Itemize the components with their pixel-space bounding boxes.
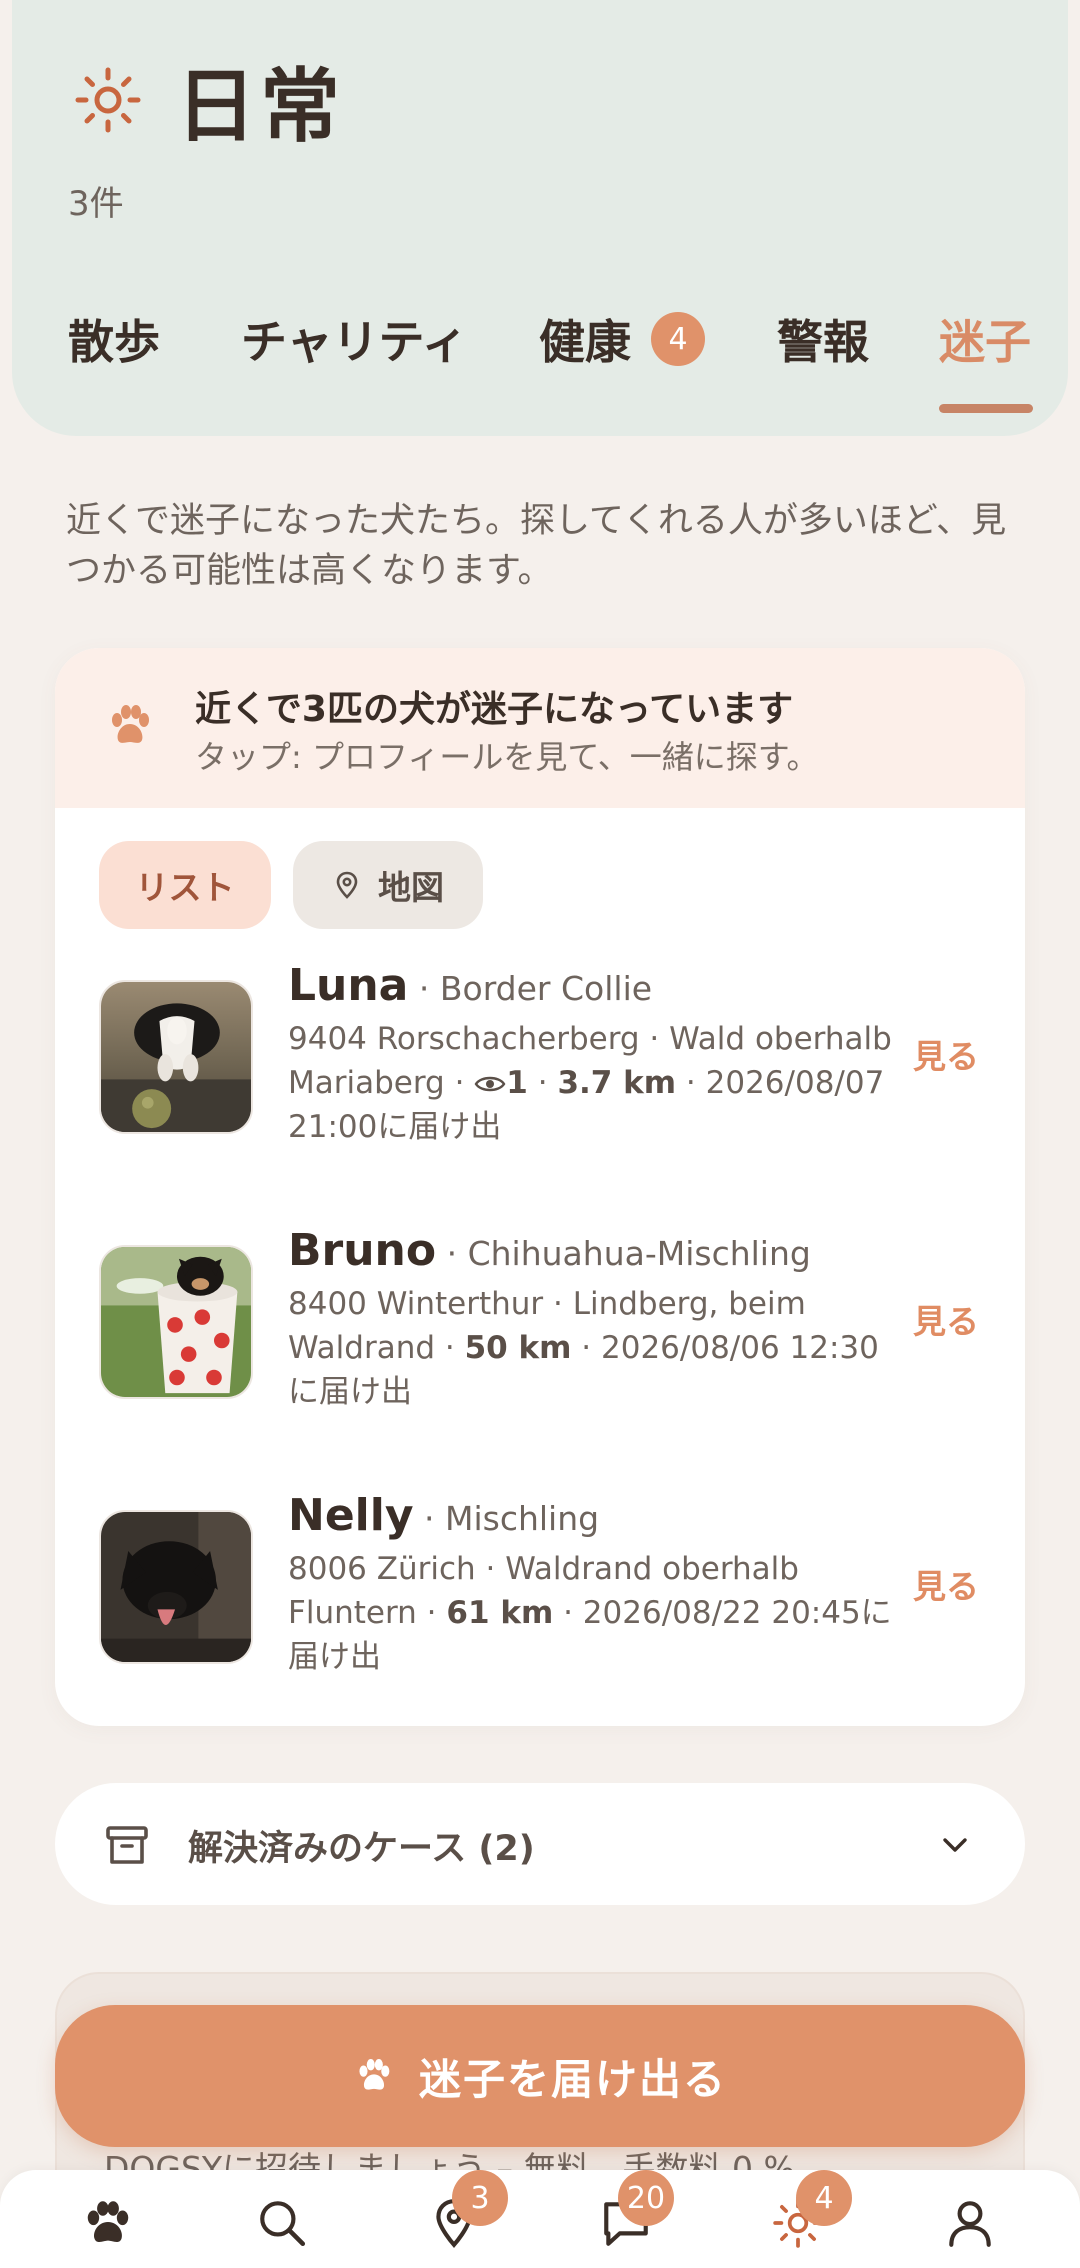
category-tabs: 散歩 チャリティ 健康 4 警報 迷子 xyxy=(68,306,1031,406)
dog-name: Bruno xyxy=(288,1225,437,1276)
lost-dog-item[interactable]: Nelly · Mischling 8006 Zürich · Waldrand… xyxy=(55,1490,1025,1690)
tab-label: 健康 xyxy=(539,315,631,369)
dog-distance: 61 km xyxy=(446,1595,554,1631)
dog-photo-image xyxy=(101,982,251,1132)
nav-badge: 20 xyxy=(618,2170,674,2226)
dog-photo xyxy=(99,1245,253,1399)
dog-distance: 3.7 km xyxy=(557,1065,677,1101)
view-dog-link[interactable]: 見る xyxy=(913,1030,979,1078)
page-header: 日常 3件 散歩 チャリティ 健康 4 警報 迷子 xyxy=(12,0,1068,436)
dog-breed: · Border Collie xyxy=(418,969,653,1008)
intro-text: 近くで迷子になった犬たち。探してくれる人が多いほど、見つかる可能性は高くなります… xyxy=(66,501,1007,591)
lost-dog-item[interactable]: Bruno · Chihuahua-Mischling 8400 Wintert… xyxy=(55,1225,1025,1425)
dog-distance: 50 km xyxy=(464,1330,572,1366)
archive-icon xyxy=(106,1826,148,1864)
profile-icon xyxy=(949,2201,991,2247)
tab-alerts[interactable]: 警報 xyxy=(777,306,869,372)
nav-badge: 3 xyxy=(452,2170,508,2226)
view-dog-link[interactable]: 見る xyxy=(913,1295,979,1343)
tab-badge: 4 xyxy=(651,312,705,366)
view-dog-link[interactable]: 見る xyxy=(913,1560,979,1608)
report-button-label: 迷子を届け出る xyxy=(418,2054,727,2104)
nav-badge: 4 xyxy=(796,2170,852,2226)
dog-photo xyxy=(99,1510,253,1664)
dog-name: Nelly xyxy=(288,1490,414,1541)
nav-messages[interactable]: 20 xyxy=(596,2170,674,2256)
nav-search[interactable] xyxy=(252,2196,312,2256)
tab-label: 迷子 xyxy=(939,315,1031,369)
dog-name: Luna xyxy=(288,960,409,1011)
tab-lost[interactable]: 迷子 xyxy=(939,306,1031,372)
title-row: 日常 xyxy=(70,42,344,158)
tab-label: チャリティ xyxy=(241,315,468,369)
page-title: 日常 xyxy=(176,60,344,153)
banner-subtitle: タップ: プロフィールを見て、一緒に探す。 xyxy=(195,738,819,776)
item-count: 3件 xyxy=(68,184,124,224)
dog-breed: · Mischling xyxy=(424,1499,600,1538)
dog-photo-image xyxy=(101,1247,251,1397)
list-view-button[interactable]: リスト xyxy=(99,841,271,929)
nav-daily[interactable]: 4 xyxy=(768,2170,852,2256)
dog-details: 8006 Zürich · Waldrand oberhalb Fluntern… xyxy=(288,1547,898,1679)
dog-photo-image xyxy=(101,1512,251,1662)
dog-breed: · Chihuahua-Mischling xyxy=(446,1234,811,1273)
tab-label: 散歩 xyxy=(68,315,160,369)
nav-map[interactable]: 3 xyxy=(424,2170,508,2256)
map-view-button[interactable]: 地図 xyxy=(293,841,483,929)
report-lost-dog-button[interactable]: 迷子を届け出る xyxy=(55,2005,1025,2147)
nav-profile[interactable] xyxy=(940,2196,1000,2256)
dog-info: Luna · Border Collie 9404 Rorschacherber… xyxy=(288,960,898,1149)
resolved-cases-toggle[interactable]: 解決済みのケース (2) xyxy=(55,1783,1025,1905)
nav-home[interactable] xyxy=(78,2196,138,2256)
tab-label: 警報 xyxy=(777,315,869,369)
paw-icon xyxy=(87,2201,129,2243)
eye-icon xyxy=(474,1076,506,1092)
dog-info: Bruno · Chihuahua-Mischling 8400 Wintert… xyxy=(288,1225,898,1414)
dog-info: Nelly · Mischling 8006 Zürich · Waldrand… xyxy=(288,1490,898,1679)
tab-charity[interactable]: チャリティ xyxy=(241,306,468,372)
dog-photo xyxy=(99,980,253,1134)
tab-walk[interactable]: 散歩 xyxy=(68,306,160,372)
dog-details: 9404 Rorschacherberg · Wald oberhalb Mar… xyxy=(288,1017,898,1149)
list-view-label: リスト xyxy=(135,868,235,907)
bottom-navigation: 3 20 4 xyxy=(0,2170,1080,2268)
banner-title: 近くで3匹の犬が迷子になっています xyxy=(195,689,794,730)
lost-dogs-card: 近くで3匹の犬が迷子になっています タップ: プロフィールを見て、一緒に探す。 … xyxy=(55,648,1025,1726)
search-icon xyxy=(260,2201,306,2247)
dog-details: 8400 Winterthur · Lindberg, beim Waldran… xyxy=(288,1282,898,1414)
chevron-down-icon xyxy=(943,1838,967,1852)
paw-icon xyxy=(359,2059,390,2090)
paw-icon xyxy=(112,705,149,743)
tab-health[interactable]: 健康 4 xyxy=(539,306,705,372)
resolved-cases-label: 解決済みのケース (2) xyxy=(188,1829,535,1869)
lost-dogs-banner[interactable]: 近くで3匹の犬が迷子になっています タップ: プロフィールを見て、一緒に探す。 xyxy=(55,648,1025,808)
lost-dog-item[interactable]: Luna · Border Collie 9404 Rorschacherber… xyxy=(55,960,1025,1160)
view-count: 1 xyxy=(506,1065,528,1101)
map-pin-icon xyxy=(336,871,358,899)
map-view-label: 地図 xyxy=(378,868,444,907)
separator: · xyxy=(527,1065,558,1101)
active-tab-indicator xyxy=(939,404,1033,413)
sun-icon xyxy=(75,67,141,133)
